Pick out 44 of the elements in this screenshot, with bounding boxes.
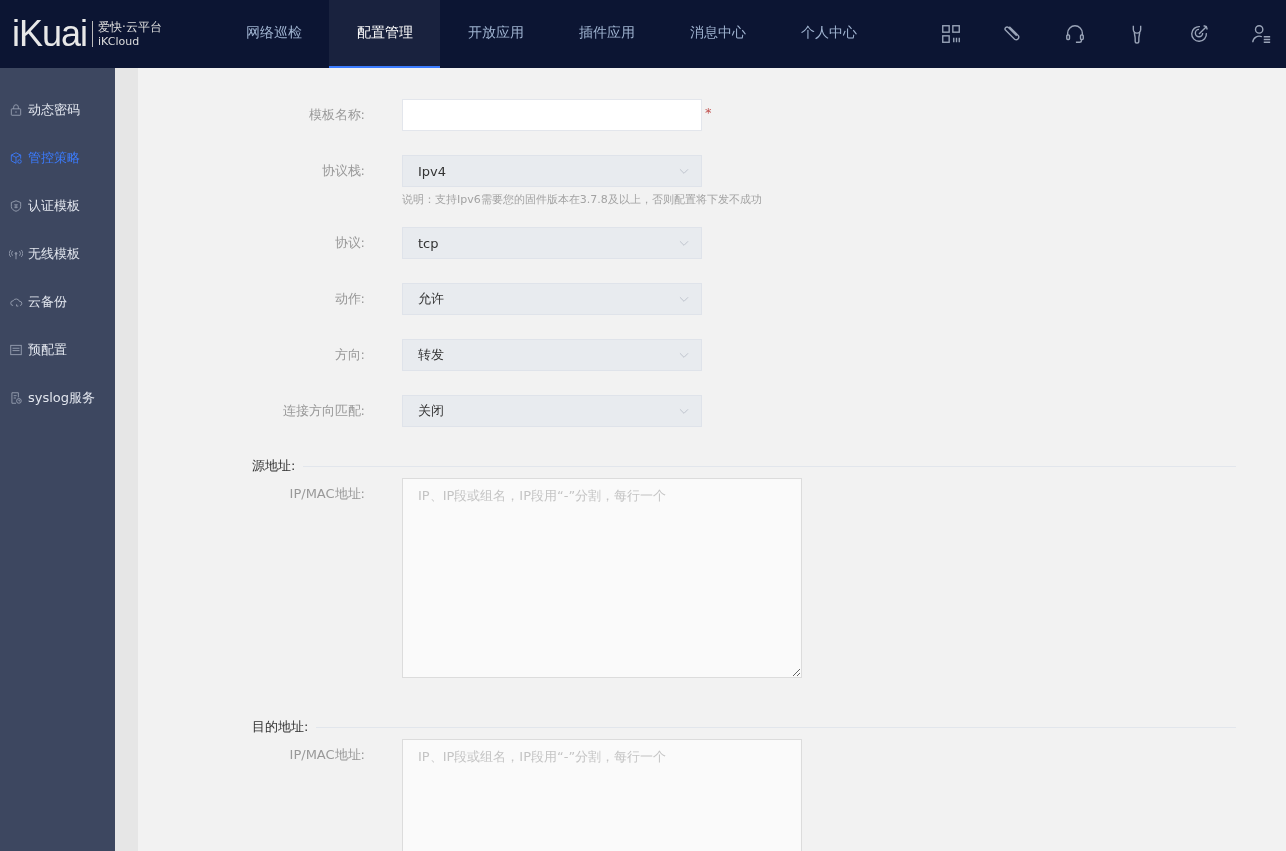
- nav-tab[interactable]: 个人中心: [773, 0, 884, 68]
- section-title: 源地址:: [252, 457, 296, 475]
- text-field[interactable]: [402, 99, 702, 131]
- nav-tab[interactable]: 消息中心: [662, 0, 773, 68]
- user-icon[interactable]: [1250, 23, 1272, 45]
- select-field[interactable]: 转发: [402, 339, 702, 371]
- headset-icon[interactable]: [1064, 23, 1086, 45]
- sidebar-item[interactable]: 认证模板: [0, 182, 115, 230]
- sidebar-item[interactable]: 预配置: [0, 326, 115, 374]
- section-title: 目的地址:: [252, 718, 309, 736]
- field-label: 协议:: [333, 234, 365, 252]
- field-label: IP/MAC地址:: [288, 485, 365, 503]
- field-label: 模板名称:: [307, 106, 365, 124]
- field-label: 方向:: [333, 346, 365, 364]
- panel-icon: [9, 343, 23, 357]
- select-field[interactable]: 关闭: [402, 395, 702, 427]
- sidebar-item[interactable]: 无线模板: [0, 230, 115, 278]
- logo: iKuai: [12, 16, 88, 52]
- target-icon[interactable]: [1188, 23, 1210, 45]
- required-mark: *: [705, 104, 712, 120]
- help-text: 说明：支持Ipv6需要您的固件版本在3.7.8及以上，否则配置将下发不成功: [402, 192, 762, 207]
- nav-tab[interactable]: 网络巡检: [218, 0, 329, 68]
- field-label: 协议栈:: [320, 162, 365, 180]
- sidebar-item[interactable]: 云备份: [0, 278, 115, 326]
- document-clock-icon: [9, 391, 23, 405]
- cube-gear-icon: [9, 151, 23, 165]
- field-label: 连接方向匹配:: [281, 402, 365, 420]
- sidebar-item[interactable]: syslog服务: [0, 374, 115, 422]
- antenna-icon: [9, 247, 23, 261]
- select-field[interactable]: Ipv4: [402, 155, 702, 187]
- select-field[interactable]: 允许: [402, 283, 702, 315]
- logo-subtitle: iKCloud: [98, 34, 141, 48]
- select-field[interactable]: tcp: [402, 227, 702, 259]
- field-label: 动作:: [333, 290, 365, 308]
- nav-tab[interactable]: 插件应用: [551, 0, 662, 68]
- field-label: IP/MAC地址:: [288, 746, 365, 764]
- grid-icon[interactable]: [940, 23, 962, 45]
- sidebar-item[interactable]: 动态密码: [0, 86, 115, 134]
- lock-icon: [9, 103, 23, 117]
- logo-title: 爱快·云平台: [98, 20, 162, 35]
- shield-icon: [9, 199, 23, 213]
- cloud-icon: [9, 295, 23, 309]
- nav-tab[interactable]: 开放应用: [440, 0, 551, 68]
- nav-tab[interactable]: 配置管理: [329, 0, 440, 68]
